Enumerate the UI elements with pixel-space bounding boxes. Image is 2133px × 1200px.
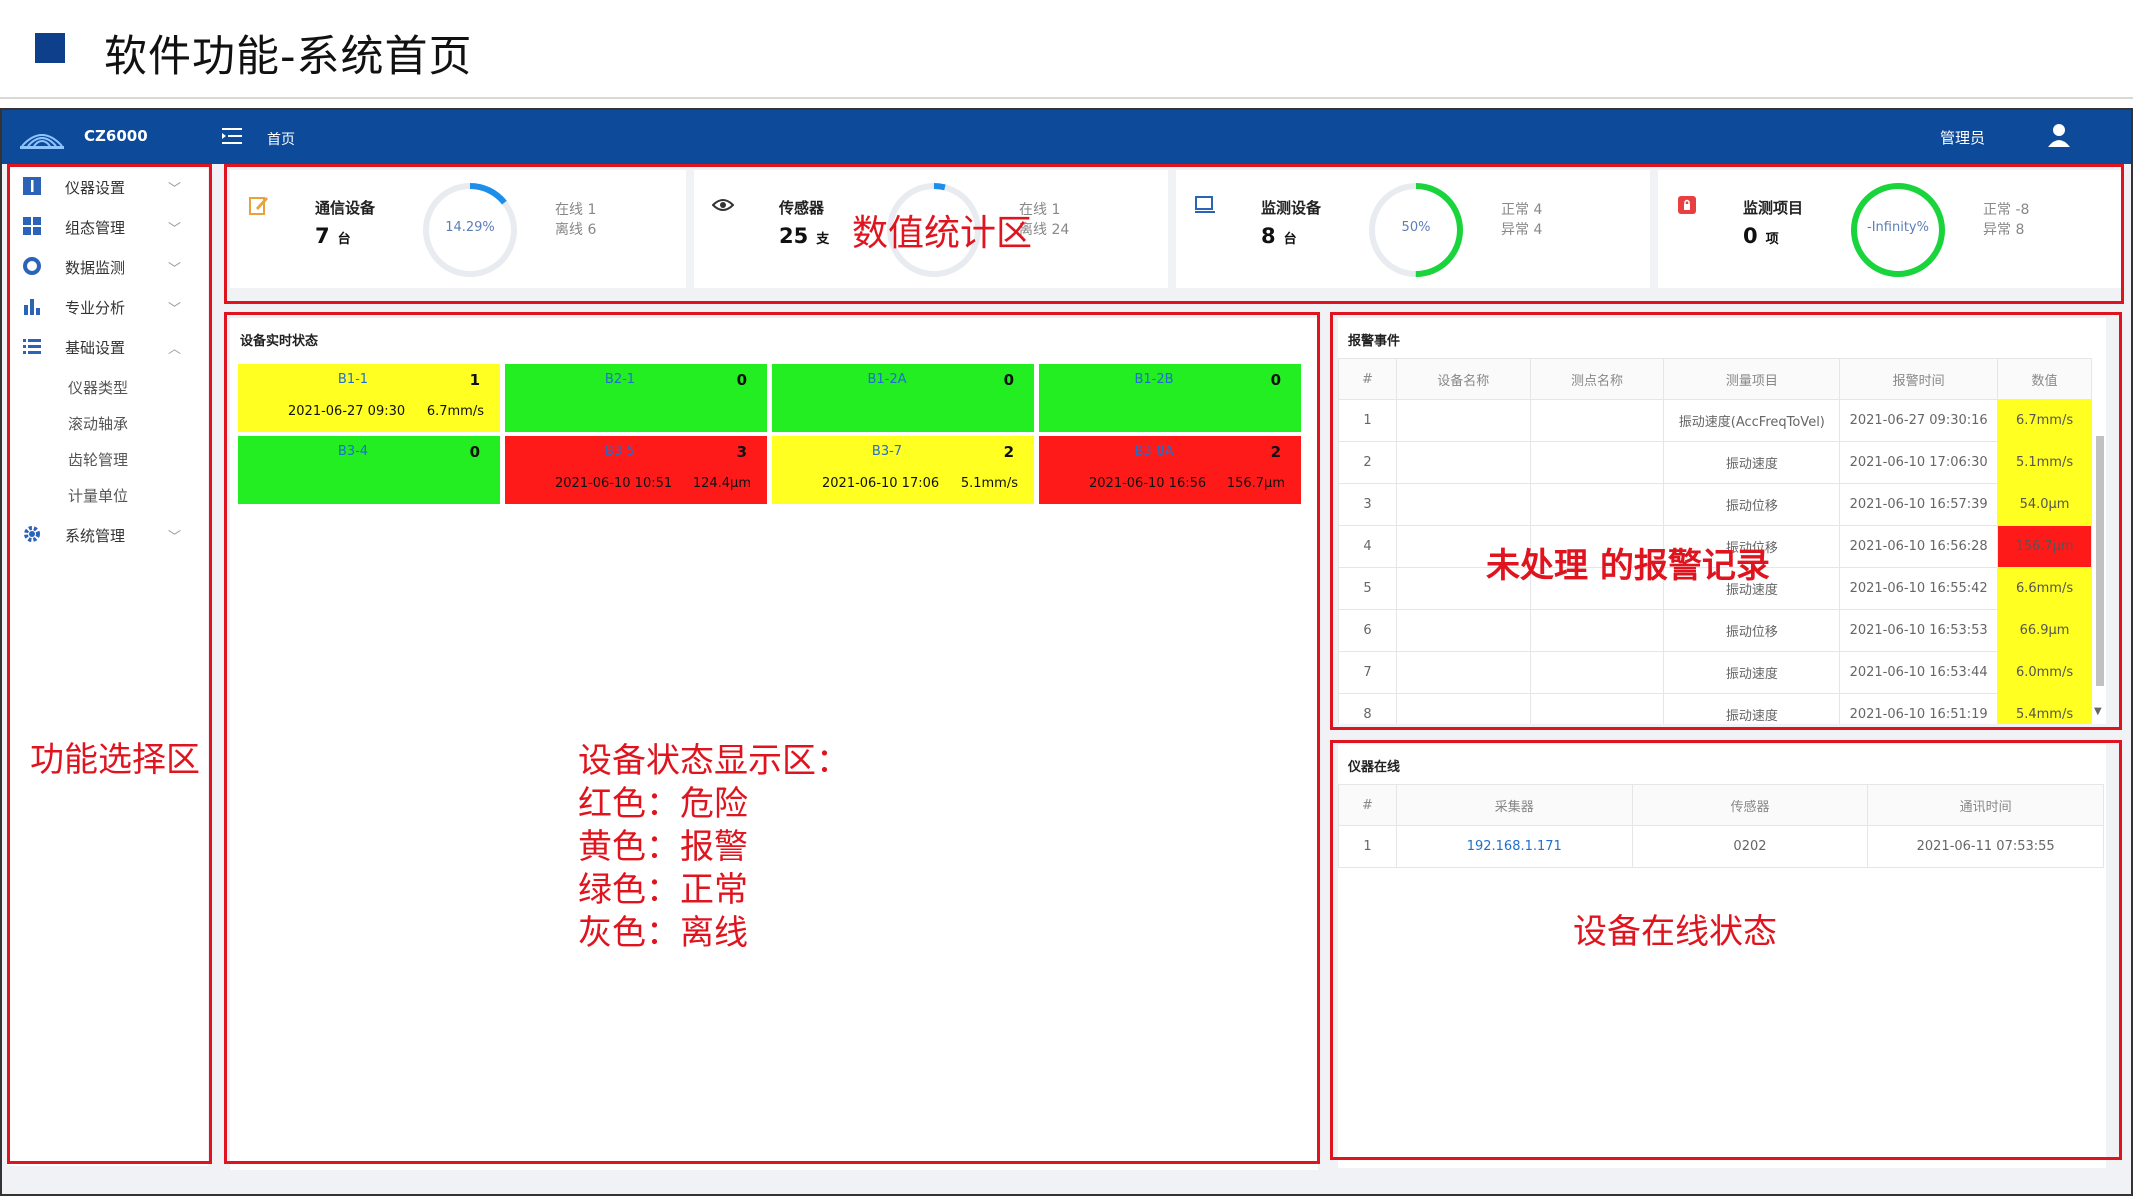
slide-title: 软件功能-系统首页	[104, 22, 473, 84]
annotation-status-legend: 设备状态显示区： 红色：危险 黄色：报警 绿色：正常 灰色：离线	[578, 740, 850, 955]
annotation-online-label: 设备在线状态	[1573, 904, 1777, 953]
top-bar: CZ6000 首页 管理员	[2, 110, 2133, 164]
annotation-box-alarms	[1330, 312, 2122, 730]
logo-icon	[18, 122, 66, 150]
annotation-sidebar-label: 功能选择区	[30, 732, 200, 781]
title-divider	[0, 97, 2133, 99]
user-name[interactable]: 管理员	[1940, 127, 1985, 148]
annotation-alarm-label: 未处理 的报警记录	[1486, 538, 1770, 587]
menu-toggle-icon[interactable]	[222, 127, 242, 145]
title-square-icon	[35, 33, 65, 63]
annotation-box-stats	[224, 164, 2124, 304]
annotation-box-sidebar	[7, 164, 212, 1164]
app-name: CZ6000	[84, 127, 148, 145]
user-avatar-icon[interactable]	[2045, 121, 2073, 149]
annotation-box-status	[224, 312, 1320, 1164]
annotation-stats-label: 数值统计区	[852, 204, 1032, 256]
breadcrumb-home[interactable]: 首页	[267, 129, 295, 149]
